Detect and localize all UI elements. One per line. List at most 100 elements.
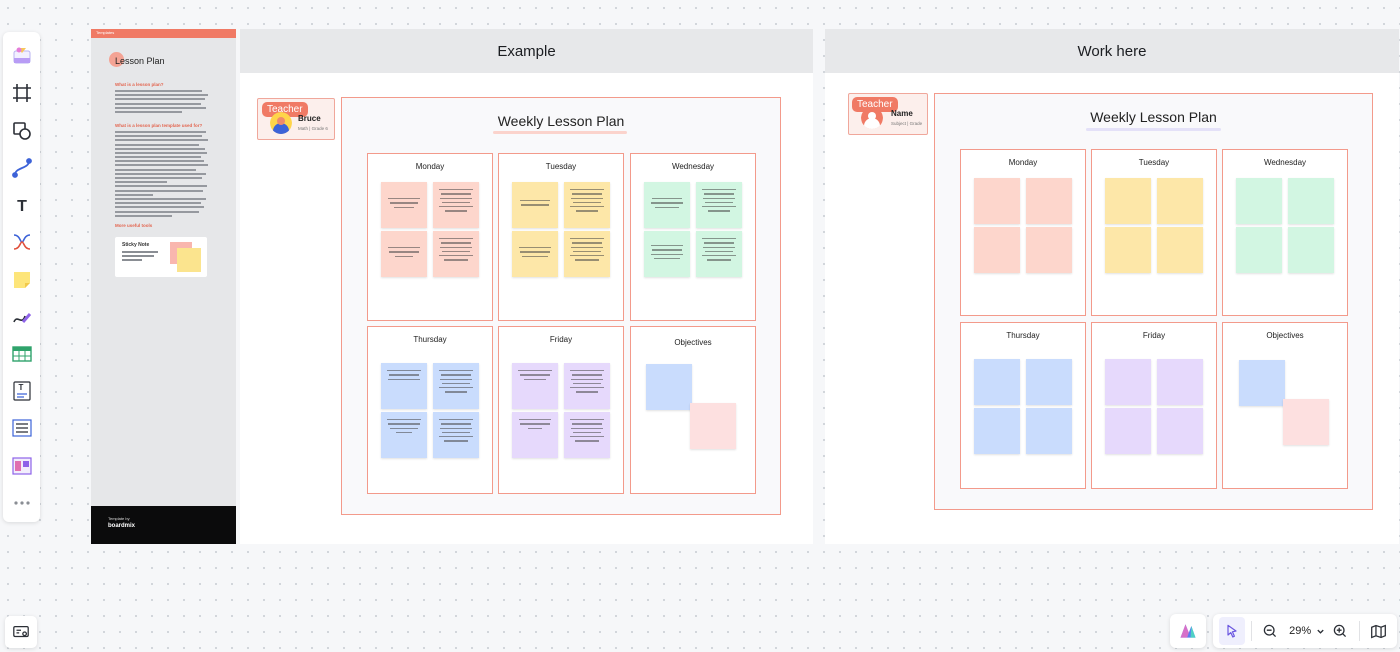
sticky-note[interactable] (512, 412, 558, 458)
presentation-button[interactable] (5, 616, 37, 648)
kanban-icon[interactable] (7, 452, 37, 480)
work-frame[interactable]: Work here Teacher Name Subject | Grade W… (825, 29, 1399, 544)
table-icon[interactable] (7, 340, 37, 368)
sticky-note[interactable] (1288, 227, 1334, 273)
sticky-note[interactable] (512, 182, 558, 228)
sticky-note[interactable] (1157, 227, 1203, 273)
sticky-note[interactable] (1105, 178, 1151, 224)
sticky-note[interactable] (1026, 359, 1072, 405)
sticky-note[interactable] (1105, 408, 1151, 454)
section-heading: What is a lesson plan template used for? (115, 122, 203, 128)
day-card-thursday[interactable]: Thursday (960, 322, 1086, 489)
left-toolbar: T T (3, 32, 40, 522)
sticky-note[interactable] (1236, 178, 1282, 224)
sticky-note[interactable] (1288, 178, 1334, 224)
frame-title: Example (240, 29, 813, 73)
sticky-note-tool-card[interactable]: Sticky Note (115, 237, 207, 277)
sticky-note[interactable] (690, 403, 736, 449)
sticky-note[interactable] (433, 363, 479, 409)
teacher-card[interactable]: Teacher Bruce Math | Grade 6 (257, 98, 335, 140)
mindmap-icon[interactable] (7, 228, 37, 256)
weekly-plan-board[interactable]: Weekly Lesson Plan Monday Tuesday Wednes… (934, 93, 1373, 510)
sticky-note[interactable] (696, 182, 742, 228)
sticky-note[interactable] (644, 231, 690, 277)
sticky-note[interactable] (512, 231, 558, 277)
sticky-note-icon[interactable] (7, 265, 37, 293)
sticky-note[interactable] (1026, 408, 1072, 454)
day-label: Friday (1142, 331, 1166, 340)
template-icon[interactable] (7, 42, 37, 70)
objectives-card[interactable]: Objectives (1222, 322, 1348, 489)
sticky-note[interactable] (1236, 227, 1282, 273)
select-tool-button[interactable] (1219, 617, 1245, 645)
day-card-tuesday[interactable]: Tuesday (498, 153, 624, 321)
day-card-monday[interactable]: Monday (960, 149, 1086, 316)
sticky-note[interactable] (564, 182, 610, 228)
sticky-note[interactable] (1105, 359, 1151, 405)
section-text (115, 130, 210, 217)
sticky-note[interactable] (433, 182, 479, 228)
list-icon[interactable] (7, 414, 37, 442)
teacher-name: Bruce (298, 114, 321, 123)
day-card-friday[interactable]: Friday (498, 326, 624, 494)
day-card-tuesday[interactable]: Tuesday (1091, 149, 1217, 316)
sticky-note[interactable] (433, 412, 479, 458)
sticky-note[interactable] (644, 182, 690, 228)
section-text (115, 90, 210, 113)
sticky-note[interactable] (1157, 178, 1203, 224)
teacher-subject: Math | Grade 6 (298, 126, 328, 131)
sticky-note[interactable] (974, 359, 1020, 405)
day-card-wednesday[interactable]: Wednesday (630, 153, 756, 321)
day-label: Monday (1008, 158, 1038, 167)
sticky-note[interactable] (1026, 178, 1072, 224)
sticky-note[interactable] (1026, 227, 1072, 273)
divider (1358, 621, 1360, 641)
day-label: Wednesday (671, 162, 715, 171)
day-card-friday[interactable]: Friday (1091, 322, 1217, 489)
day-card-thursday[interactable]: Thursday (367, 326, 493, 494)
zoom-in-button[interactable] (1327, 617, 1353, 645)
day-card-monday[interactable]: Monday (367, 153, 493, 321)
objectives-card[interactable]: Objectives (630, 326, 756, 494)
sticky-note[interactable] (974, 227, 1020, 273)
sticky-note[interactable] (974, 408, 1020, 454)
teacher-card[interactable]: Teacher Name Subject | Grade (848, 93, 928, 135)
sticky-note[interactable] (512, 363, 558, 409)
sticky-note[interactable] (381, 231, 427, 277)
day-card-wednesday[interactable]: Wednesday (1222, 149, 1348, 316)
zoom-out-button[interactable] (1258, 617, 1284, 645)
zoom-level[interactable]: 29% (1289, 625, 1311, 637)
day-label: Monday (415, 162, 445, 171)
sticky-note[interactable] (381, 363, 427, 409)
sticky-note[interactable] (564, 412, 610, 458)
connector-icon[interactable] (7, 154, 37, 182)
sticky-note[interactable] (381, 412, 427, 458)
text-icon[interactable]: T (7, 191, 37, 219)
weekly-plan-board[interactable]: Weekly Lesson Plan Monday Tuesday Wednes… (341, 97, 781, 515)
sticky-note[interactable] (1239, 360, 1285, 406)
day-label: Tuesday (1138, 158, 1170, 167)
example-frame[interactable]: Example Teacher Bruce Math | Grade 6 Wee… (240, 29, 813, 544)
sticky-note[interactable] (696, 231, 742, 277)
shape-icon[interactable] (7, 116, 37, 144)
template-panel-title: Lesson Plan (115, 56, 165, 66)
sticky-note[interactable] (1105, 227, 1151, 273)
more-icon[interactable] (7, 489, 37, 517)
sticky-note[interactable] (1157, 408, 1203, 454)
sticky-note[interactable] (646, 364, 692, 410)
pen-icon[interactable] (7, 303, 37, 331)
sticky-note[interactable] (433, 231, 479, 277)
text-block-icon[interactable]: T (7, 377, 37, 405)
sticky-note[interactable] (381, 182, 427, 228)
template-info-panel[interactable]: Templates Lesson Plan What is a lesson p… (91, 29, 236, 544)
sticky-note[interactable] (564, 231, 610, 277)
ai-assistant-button[interactable] (1170, 614, 1206, 648)
zoom-dropdown[interactable] (1314, 617, 1327, 645)
sticky-note[interactable] (1283, 399, 1329, 445)
minimap-button[interactable] (1365, 617, 1391, 645)
frame-icon[interactable] (7, 79, 37, 107)
sticky-note[interactable] (564, 363, 610, 409)
frame-title: Work here (825, 29, 1399, 73)
sticky-note[interactable] (1157, 359, 1203, 405)
sticky-note[interactable] (974, 178, 1020, 224)
